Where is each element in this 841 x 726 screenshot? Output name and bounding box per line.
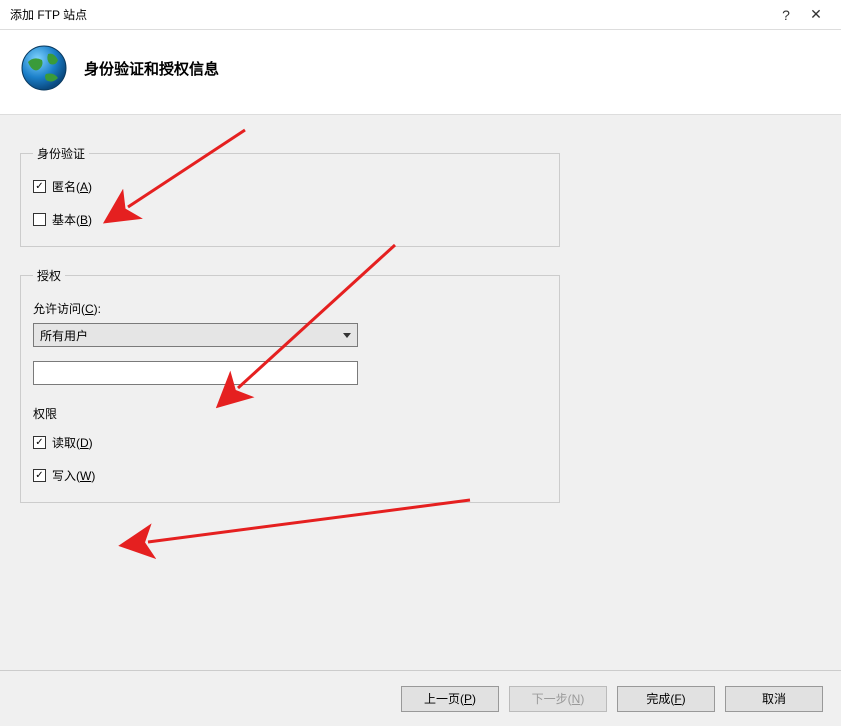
access-select-value: 所有用户	[40, 327, 88, 344]
anonymous-checkbox[interactable]	[33, 180, 46, 193]
next-button: 下一步(N)	[509, 686, 607, 712]
read-checkbox-row[interactable]: 读取(D)	[33, 434, 547, 451]
auth-legend: 身份验证	[33, 145, 89, 162]
help-button[interactable]: ?	[771, 7, 801, 23]
read-label: 读取(D)	[52, 434, 93, 451]
access-label: 允许访问(C):	[33, 300, 547, 317]
page-header: 身份验证和授权信息	[0, 30, 841, 115]
button-bar: 上一页(P) 下一步(N) 完成(F) 取消	[0, 670, 841, 726]
page-title: 身份验证和授权信息	[84, 58, 219, 79]
write-checkbox[interactable]	[33, 469, 46, 482]
titlebar: 添加 FTP 站点 ? ✕	[0, 0, 841, 30]
permissions-label: 权限	[33, 405, 547, 422]
read-checkbox[interactable]	[33, 436, 46, 449]
content-area: 身份验证 匿名(A) 基本(B) 授权 允许访问(C): 所有用户 权限	[0, 115, 841, 685]
basic-checkbox-row[interactable]: 基本(B)	[33, 211, 547, 228]
authorization-legend: 授权	[33, 267, 65, 284]
access-text-input[interactable]	[33, 361, 358, 385]
basic-label: 基本(B)	[52, 211, 92, 228]
anonymous-label: 匿名(A)	[52, 178, 92, 195]
prev-button[interactable]: 上一页(P)	[401, 686, 499, 712]
authorization-fieldset: 授权 允许访问(C): 所有用户 权限 读取(D) 写入(W)	[20, 267, 560, 503]
permissions-section: 权限 读取(D) 写入(W)	[33, 405, 547, 484]
chevron-down-icon	[343, 333, 351, 338]
access-select[interactable]: 所有用户	[33, 323, 358, 347]
auth-fieldset: 身份验证 匿名(A) 基本(B)	[20, 145, 560, 247]
basic-checkbox[interactable]	[33, 213, 46, 226]
write-checkbox-row[interactable]: 写入(W)	[33, 467, 547, 484]
cancel-button[interactable]: 取消	[725, 686, 823, 712]
finish-button[interactable]: 完成(F)	[617, 686, 715, 712]
window-title: 添加 FTP 站点	[10, 6, 771, 23]
globe-icon	[20, 44, 68, 92]
anonymous-checkbox-row[interactable]: 匿名(A)	[33, 178, 547, 195]
close-button[interactable]: ✕	[801, 6, 831, 23]
write-label: 写入(W)	[52, 467, 95, 484]
